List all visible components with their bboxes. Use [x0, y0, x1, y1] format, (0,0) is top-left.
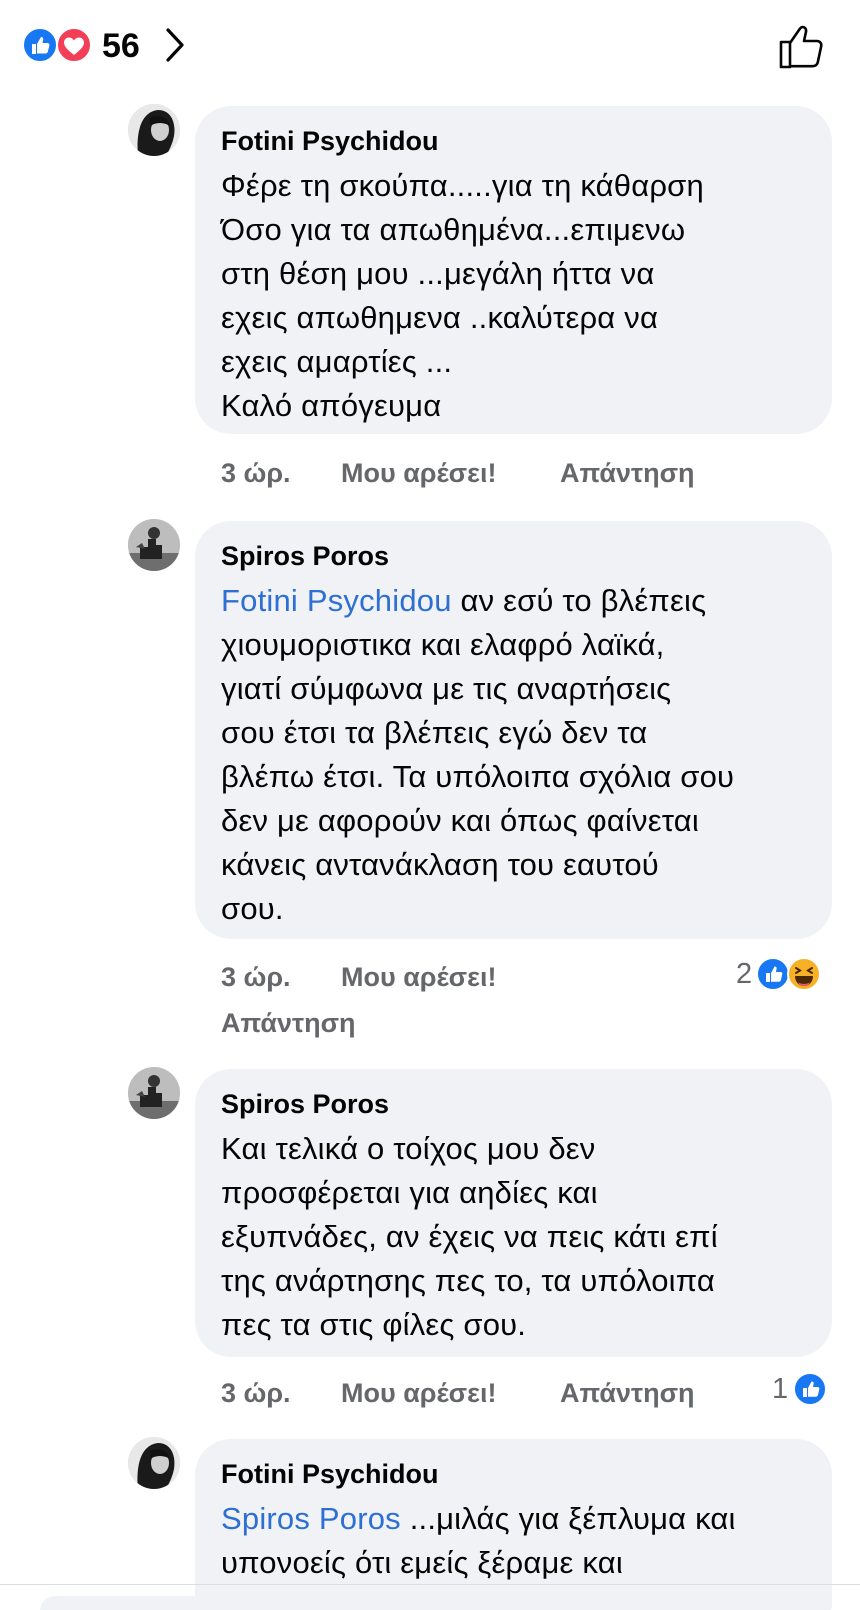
reaction-summary-icons[interactable] [22, 26, 94, 64]
reply-button[interactable]: Απάντηση [560, 458, 695, 489]
comment-reactions[interactable]: 1 [772, 1371, 828, 1407]
like-comment-button[interactable]: Μου αρέσει! [341, 1378, 496, 1409]
avatar[interactable] [128, 1067, 180, 1119]
reaction-count: 1 [772, 1372, 789, 1405]
like-icon [22, 27, 58, 63]
profile-photo [128, 1437, 180, 1489]
reaction-count: 2 [736, 957, 753, 990]
comment-author[interactable]: Fotini Psychidou [221, 124, 806, 158]
reaction-icons [756, 957, 822, 991]
avatar[interactable] [128, 104, 180, 156]
comment-text: Spiros Poros ...μιλάς για ξέπλυμα και υπ… [221, 1497, 806, 1585]
comment-body: αν εσύ το βλέπεις χιουμοριστικα και ελαφ… [221, 583, 735, 926]
comment-time[interactable]: 3 ώρ. [221, 458, 291, 489]
profile-photo [128, 104, 180, 156]
comment-composer[interactable] [40, 1596, 820, 1610]
comment-time[interactable]: 3 ώρ. [221, 1378, 291, 1409]
comment-time[interactable]: 3 ώρ. [221, 962, 291, 993]
comment-text: Και τελικά ο τοίχος μου δεν προσφέρεται … [221, 1131, 718, 1342]
reply-button[interactable]: Απάντηση [560, 1378, 695, 1409]
comment-author[interactable]: Spiros Poros [221, 1087, 806, 1121]
comment-author[interactable]: Fotini Psychidou [221, 1457, 806, 1491]
comment-reactions[interactable]: 2 [736, 956, 822, 992]
like-thumb-icon[interactable] [778, 22, 828, 70]
profile-photo [128, 519, 180, 571]
chevron-right-icon[interactable] [162, 26, 188, 64]
comment-bubble[interactable]: Spiros Poros Και τελικά ο τοίχος μου δεν… [195, 1069, 832, 1357]
avatar[interactable] [128, 519, 180, 571]
comment-author[interactable]: Spiros Poros [221, 539, 806, 573]
love-icon [56, 27, 92, 63]
reply-button[interactable]: Απάντηση [221, 1008, 356, 1039]
profile-photo [128, 1067, 180, 1119]
comment-bubble[interactable]: Spiros Poros Fotini Psychidou αν εσύ το … [195, 521, 832, 939]
reaction-count[interactable]: 56 [102, 27, 140, 66]
comment-bubble[interactable]: Fotini Psychidou Φέρε τη σκούπα.....για … [195, 106, 832, 434]
avatar[interactable] [128, 1437, 180, 1489]
like-icon [756, 957, 791, 991]
haha-icon [787, 957, 822, 991]
comment-text: Φέρε τη σκούπα.....για τη κάθαρση Όσο γι… [221, 168, 704, 423]
reactions-header: 56 [0, 0, 860, 90]
mention-link[interactable]: Spiros Poros [221, 1501, 401, 1536]
comment-text: Fotini Psychidou αν εσύ το βλέπεις χιουμ… [221, 579, 806, 931]
like-icon [793, 1372, 828, 1406]
like-comment-button[interactable]: Μου αρέσει! [341, 458, 496, 489]
mention-link[interactable]: Fotini Psychidou [221, 583, 452, 618]
like-comment-button[interactable]: Μου αρέσει! [341, 962, 496, 993]
composer-divider [0, 1584, 860, 1585]
